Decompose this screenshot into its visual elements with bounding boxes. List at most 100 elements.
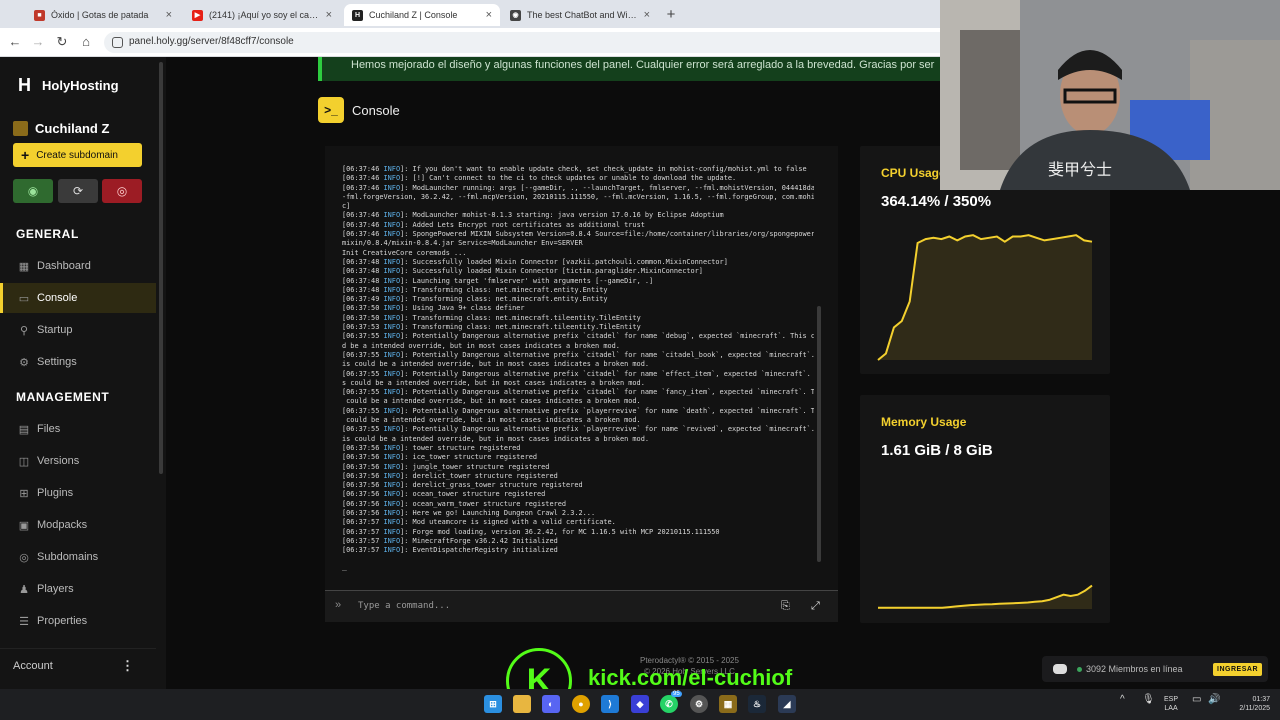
sidebar-item-players[interactable]: ♟ Players	[0, 574, 156, 604]
sidebar-item-properties[interactable]: ☰ Properties	[0, 606, 156, 636]
browser-tab-3[interactable]: H Cuchiland Z | Console ×	[344, 4, 500, 26]
whatsapp-icon[interactable]: ✆	[660, 695, 678, 713]
tray-chevron-icon[interactable]: ^	[1120, 695, 1125, 705]
file-explorer-icon[interactable]	[513, 695, 531, 713]
sidebar-item-console[interactable]: ▭ Console	[0, 283, 156, 313]
discord-icon	[1053, 664, 1067, 674]
console-line: [06:37:55 INFO]: Potentially Dangerous a…	[342, 351, 814, 360]
players-icon: ♟	[19, 583, 29, 596]
console-line: [06:37:56 INFO]: Here we go! Launching D…	[342, 509, 814, 518]
brand[interactable]: H HolyHosting	[18, 75, 119, 96]
console-line-message: ]: Mod uteamcore is signed with a valid …	[400, 518, 616, 527]
memory-usage-label: Memory Usage	[881, 415, 967, 429]
app-icon[interactable]: ◢	[778, 695, 796, 713]
steam-icon[interactable]: ♨	[748, 695, 766, 713]
tab-title: (2141) ¡Aquí yo soy el campeó	[209, 10, 320, 20]
console-line: [06:37:56 INFO]: jungle_tower structure …	[342, 463, 814, 472]
lang-1: ESP	[1164, 696, 1179, 703]
account-menu[interactable]: Account ⋮	[0, 648, 156, 682]
console-line: Init CreativeCore coremods ...	[342, 249, 814, 258]
versions-icon: ◫	[18, 455, 30, 468]
sidebar-item-label: Modpacks	[37, 519, 88, 531]
volume-icon[interactable]: 🔊	[1208, 695, 1220, 705]
copy-icon[interactable]: ⎘	[781, 600, 790, 613]
console-line: [06:37:49 INFO]: Transforming class: net…	[342, 295, 814, 304]
browser-tab-2[interactable]: ▶ (2141) ¡Aquí yo soy el campeó ×	[184, 4, 340, 26]
console-line-level: INFO	[383, 490, 401, 499]
browser-tab-1[interactable]: ■ Óxido | Gotas de patada ×	[26, 4, 180, 26]
reload-icon[interactable]: ↻	[54, 34, 70, 50]
tab-close-icon[interactable]: ×	[166, 9, 172, 21]
vscode-icon[interactable]: ⟩	[601, 695, 619, 713]
clock[interactable]: 01:37 2/11/2025	[1228, 695, 1270, 713]
console-line-level: INFO	[383, 183, 401, 192]
discord-app-icon[interactable]: ◐	[542, 695, 560, 713]
site-info-icon[interactable]	[112, 37, 123, 48]
chatbot-favicon-icon: ◉	[510, 9, 521, 21]
sidebar-item-files[interactable]: ▤ Files	[0, 414, 156, 444]
sidebar-item-startup[interactable]: ⚲ Startup	[0, 315, 156, 345]
console-output[interactable]: [06:37:46 INFO]: If you don't want to en…	[325, 146, 838, 590]
back-icon[interactable]: ←	[7, 34, 23, 50]
sidebar-item-plugins[interactable]: ⊞ Plugins	[0, 478, 156, 508]
console-header-icon: >_	[318, 97, 344, 123]
sidebar-scrollbar[interactable]	[159, 62, 163, 474]
console-line: mixin/0.8.4/mixin-0.8.4.jar Service=ModL…	[342, 239, 814, 248]
home-icon[interactable]: ⌂	[78, 34, 94, 50]
chrome-icon[interactable]: ●	[572, 695, 590, 713]
create-subdomain-button[interactable]: + Create subdomain	[13, 143, 142, 167]
sidebar-item-subdomains[interactable]: ◎ Subdomains	[0, 542, 156, 572]
console-line-level: INFO	[383, 462, 401, 471]
console-line-message: ]: ocean_tower structure registered	[400, 490, 546, 499]
plus-icon: +	[21, 147, 30, 163]
console-cursor: _	[342, 562, 347, 571]
section-management: MANAGEMENT	[16, 390, 110, 404]
console-line-message: ]: Potentially Dangerous alternative pre…	[400, 406, 814, 415]
sidebar-item-label: Console	[37, 292, 78, 304]
console-line: [06:37:53 INFO]: Transforming class: net…	[342, 323, 814, 332]
console-scrollbar[interactable]	[817, 306, 821, 562]
whatsapp-badge: 95	[671, 691, 682, 697]
console-line-message: ]: jungle_tower structure registered	[400, 462, 550, 471]
stop-button[interactable]: ◎	[102, 179, 142, 203]
sidebar-item-versions[interactable]: ◫ Versions	[0, 446, 156, 476]
console-line: [06:37:50 INFO]: Using Java 9+ class def…	[342, 304, 814, 313]
sidebar-item-modpacks[interactable]: ▣ Modpacks	[0, 510, 156, 540]
restart-button[interactable]: ⟳	[58, 179, 98, 203]
console-line-message: ]: Added Lets Encrypt root certificates …	[400, 220, 645, 229]
console-line-timestamp: [06:37:55	[342, 406, 384, 415]
console-line-level: INFO	[383, 536, 401, 545]
console-line-level: INFO	[383, 518, 401, 527]
url-field[interactable]: panel.holy.gg/server/8f48cff7/console	[104, 32, 954, 53]
browser-tab-4[interactable]: ◉ The best ChatBot and Widgets ×	[502, 4, 658, 26]
language-indicator[interactable]: ESP LAA	[1164, 695, 1178, 713]
minecraft-icon[interactable]: ▦	[719, 695, 737, 713]
console-line-timestamp: [06:37:49	[342, 295, 384, 304]
sidebar-item-label: Files	[37, 423, 61, 435]
discord-join-button[interactable]: INGRESAR	[1213, 662, 1262, 676]
memory-usage-value: 1.61 GiB / 8 GiB	[881, 442, 993, 459]
command-input[interactable]: Type a command...	[358, 601, 450, 611]
console-line-level: INFO	[383, 332, 401, 341]
console-line-message: c]	[342, 202, 351, 211]
sidebar-item-settings[interactable]: ⚙ Settings	[0, 347, 156, 377]
tab-favicon-icon: ■	[34, 9, 45, 21]
tab-close-icon[interactable]: ×	[326, 9, 332, 21]
mic-icon[interactable]: 🎙	[1142, 695, 1155, 705]
more-options-icon[interactable]: ⋮	[121, 658, 134, 674]
files-icon: ▤	[18, 423, 30, 436]
new-tab-icon[interactable]: +	[662, 5, 680, 23]
console-line-message: ]: Potentially Dangerous alternative pre…	[400, 425, 814, 434]
tab-close-icon[interactable]: ×	[486, 9, 492, 21]
forward-icon[interactable]: →	[30, 34, 46, 50]
tab-close-icon[interactable]: ×	[644, 9, 650, 21]
settings-app-icon[interactable]: ⚙	[690, 695, 708, 713]
network-icon[interactable]: ▭	[1192, 695, 1201, 705]
console-line-level: INFO	[383, 174, 401, 183]
start-button[interactable]: ◉	[13, 179, 53, 203]
start-menu-icon[interactable]: ⊞	[484, 695, 502, 713]
obs-icon[interactable]: ◆	[631, 695, 649, 713]
sidebar-item-dashboard[interactable]: ▦ Dashboard	[0, 251, 156, 281]
fullscreen-icon[interactable]: ⤢	[811, 600, 820, 613]
discord-widget: 3092 Miembros en línea INGRESAR	[1042, 656, 1268, 682]
